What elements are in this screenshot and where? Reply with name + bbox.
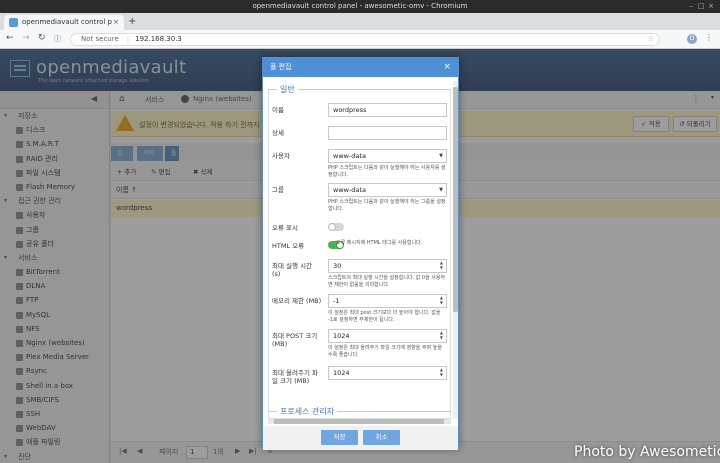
max-post-help: 이 설정은 최대 올려주기 파일 크기에 영향을 주며 높을 수록 좋습니다. — [328, 345, 442, 358]
max-post-row: 최대 POST 크기 (MB) 1024 ▲ ▼ 이 설정은 최대 올려주기 파일 … — [272, 329, 447, 363]
max-post-field[interactable]: 1024 ▲ ▼ — [328, 329, 447, 343]
new-tab-button[interactable]: + — [128, 15, 136, 29]
group-row: 그룹 www-data ▼ PHP 스크립트는 다음과 같이 실행해야 하는 그룹… — [272, 183, 447, 217]
url-bar[interactable]: Not secure | 192.168.30.3 ☆ — [70, 33, 660, 46]
browser-tab-title: openmediavault control p — [22, 18, 112, 26]
dialog-hscrollbar[interactable] — [268, 419, 451, 424]
name-field[interactable]: wordpress — [328, 103, 447, 117]
dialog-header: 풀 편집 × — [263, 58, 458, 77]
memory-limit-value: -1 — [333, 297, 340, 305]
memory-limit-help: 이 설정은 최대 post 크기보다 더 높아야 합니다. 값을 -1로 설정하… — [328, 310, 441, 323]
spinner-icon[interactable]: ▲ ▼ — [440, 295, 443, 305]
edit-pool-dialog: 풀 편집 × 일반 이름 wordpress 상세 사용자 www-data ▼ … — [262, 57, 459, 450]
browser-menu-icon[interactable]: ⋮ — [705, 33, 713, 42]
name-label: 이름 — [272, 106, 284, 114]
bookmark-star-icon[interactable]: ☆ — [648, 34, 654, 45]
user-row: 사용자 www-data ▼ PHP 스크립트는 다음과 같이 실행해야 하는 사… — [272, 149, 447, 183]
chevron-down-icon: ▼ — [439, 153, 443, 159]
show-errors-toggle[interactable] — [328, 223, 344, 231]
max-exec-help: 스크립트의 최대 실행 시간을 설정합니다. 값 0을 사용하면 제한이 없음을… — [328, 275, 446, 288]
max-exec-label: 최대 실행 시간 (s) — [272, 262, 313, 278]
window-title: openmediavault control panel - awesometi… — [252, 2, 468, 10]
minimize-icon[interactable]: – — [686, 0, 696, 13]
max-exec-field[interactable]: 30 ▲ ▼ — [328, 259, 447, 273]
dialog-scrollbar[interactable] — [453, 81, 458, 419]
chevron-down-icon: ▼ — [439, 187, 443, 193]
name-row: 이름 wordpress — [272, 103, 447, 119]
maximize-icon[interactable]: □ — [696, 0, 706, 13]
group-value: www-data — [333, 186, 366, 194]
dialog-scroll-thumb[interactable] — [453, 87, 458, 312]
max-post-label: 최대 POST 크기 (MB) — [272, 332, 318, 348]
user-select[interactable]: www-data ▼ — [328, 149, 447, 163]
dialog-close-icon[interactable]: × — [443, 58, 451, 77]
general-section-title: 일반 — [277, 84, 298, 95]
max-post-value: 1024 — [333, 332, 350, 340]
url-text: 192.168.30.3 — [135, 35, 182, 43]
html-errors-help: 오류 메시지에 HTML 태그를 사용합니다. — [336, 240, 423, 246]
description-row: 상세 — [272, 126, 447, 142]
dialog-hscroll-thumb[interactable] — [274, 419, 444, 424]
max-exec-row: 최대 실행 시간 (s) 30 ▲ ▼ 스크립트의 최대 실행 시간을 설정합니다.… — [272, 259, 447, 293]
url-separator: | — [126, 35, 130, 43]
dialog-footer: 저장 취소 — [263, 426, 458, 450]
window-titlebar: openmediavault control panel - awesometi… — [0, 0, 720, 13]
spinner-icon[interactable]: ▲ ▼ — [440, 330, 443, 340]
memory-limit-label: 메모리 제한 (MB) — [272, 297, 322, 305]
max-upload-value: 1024 — [333, 369, 350, 377]
max-exec-value: 30 — [333, 262, 342, 270]
group-select[interactable]: www-data ▼ — [328, 183, 447, 197]
user-help: PHP 스크립트는 다음과 같이 실행해야 하는 사용자를 설정합니다. — [328, 165, 446, 178]
memory-limit-row: 메모리 제한 (MB) -1 ▲ ▼ 이 설정은 최대 post 크기보다 더 높아… — [272, 294, 447, 328]
save-button[interactable]: 저장 — [321, 430, 358, 445]
spinner-icon[interactable]: ▲ ▼ — [440, 260, 443, 270]
max-upload-field[interactable]: 1024 ▲ ▼ — [328, 366, 447, 380]
show-errors-label: 오류 표시 — [272, 224, 298, 232]
address-row: ← → ↻ ⓘ Not secure | 192.168.30.3 ☆ D ⋮ — [0, 30, 720, 49]
user-value: www-data — [333, 152, 366, 160]
dialog-title: 풀 편집 — [270, 63, 292, 71]
group-help: PHP 스크립트는 다음과 같이 실행해야 하는 그룹을 설정합니다. — [328, 199, 446, 212]
omv-favicon-icon — [9, 18, 18, 27]
window-close-icon[interactable]: × — [706, 0, 716, 13]
photo-watermark: Photo by Awesometic — [574, 444, 720, 460]
description-label: 상세 — [272, 129, 284, 137]
html-errors-label: HTML 오류 — [272, 242, 305, 250]
browser-tab[interactable]: openmediavault control p × — [4, 15, 124, 30]
back-icon[interactable]: ← — [6, 33, 14, 43]
group-label: 그룹 — [272, 186, 284, 194]
show-errors-row: 오류 표시 — [272, 221, 447, 235]
profile-avatar[interactable]: D — [687, 34, 697, 44]
forward-icon[interactable]: → — [22, 33, 30, 43]
memory-limit-field[interactable]: -1 ▲ ▼ — [328, 294, 447, 308]
reload-icon[interactable]: ↻ — [38, 33, 46, 43]
max-upload-row: 최대 올려주기 파일 크기 (MB) 1024 ▲ ▼ — [272, 366, 447, 386]
tab-close-icon[interactable]: × — [113, 15, 119, 30]
spinner-icon[interactable]: ▲ ▼ — [440, 367, 443, 377]
description-field[interactable] — [328, 126, 447, 140]
cancel-button[interactable]: 취소 — [363, 430, 400, 445]
process-manager-title: 프로세스 관리자 — [277, 406, 338, 417]
html-errors-row: HTML 오류 오류 메시지에 HTML 태그를 사용합니다. — [272, 239, 447, 253]
user-label: 사용자 — [272, 152, 290, 160]
window-controls: – □ × — [686, 0, 716, 13]
process-manager-section: 프로세스 관리자 — [268, 406, 451, 419]
security-label: Not secure — [81, 35, 119, 43]
dialog-body: 일반 이름 wordpress 상세 사용자 www-data ▼ PHP 스크립… — [268, 81, 451, 419]
info-icon[interactable]: ⓘ — [54, 34, 61, 44]
browser-tabstrip: openmediavault control p × + — [0, 13, 720, 30]
max-upload-label: 최대 올려주기 파일 크기 (MB) — [272, 369, 318, 385]
